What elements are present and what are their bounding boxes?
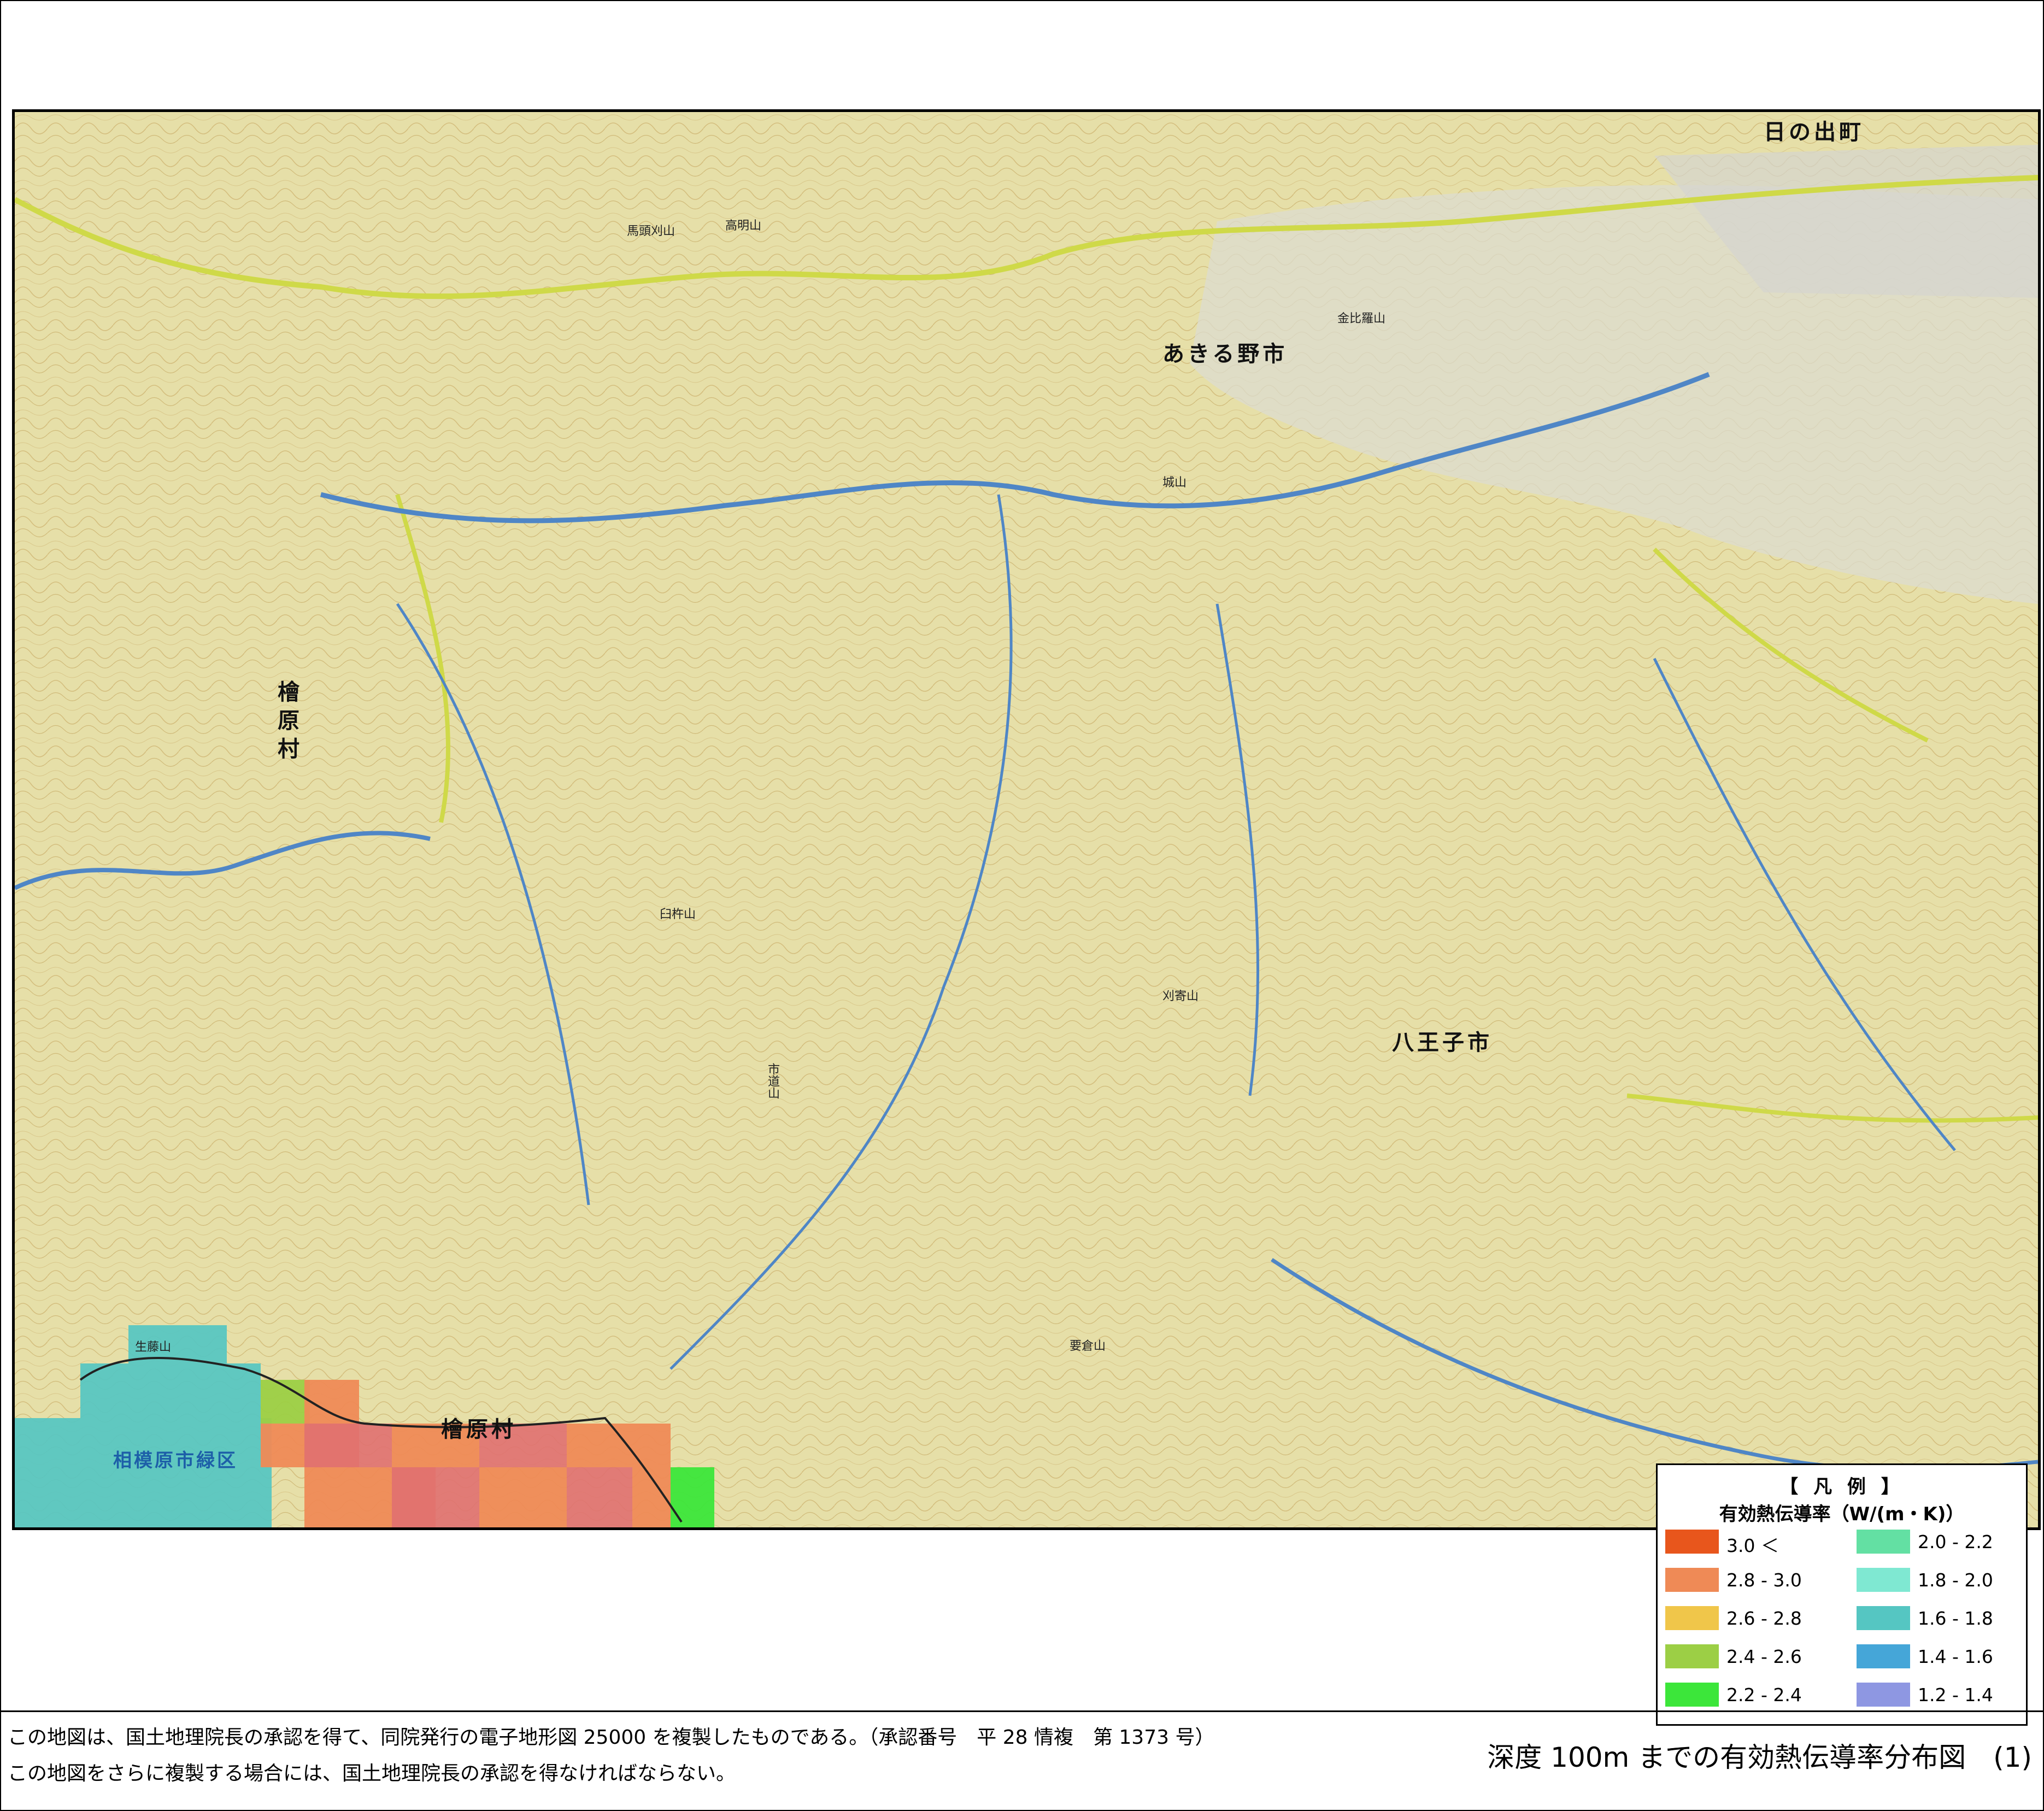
map-canvas <box>15 112 2038 1527</box>
peak-shirojiyama: 城山 <box>1162 476 1187 490</box>
legend-swatch <box>1665 1530 1719 1554</box>
place-hachioji: 八王子市 <box>1392 1030 1493 1055</box>
legend-swatch <box>1857 1530 1910 1554</box>
legend-swatch <box>1857 1606 1910 1630</box>
legend-swatch <box>1665 1683 1719 1707</box>
place-sagamihara: 相模原市緑区 <box>113 1450 238 1472</box>
legend-title: 【 凡 例 】 <box>1779 1476 1904 1498</box>
legend-label: 2.6 - 2.8 <box>1726 1608 1802 1629</box>
legend-label: 1.6 - 1.8 <box>1918 1608 1993 1629</box>
place-hinohara: 檜原村 <box>274 680 299 766</box>
peak-gongen: 金比羅山 <box>1337 312 1386 326</box>
legend-label: 2.2 - 2.4 <box>1726 1684 1802 1706</box>
legend-label: 1.2 - 1.4 <box>1918 1684 1993 1706</box>
legend-label: 3.0 ＜ <box>1726 1535 1779 1556</box>
copyright-note-1: この地図は、国土地理院長の承認を得て、同院発行の電子地形図 25000 を複製し… <box>8 1726 1215 1749</box>
map-title: 深度 100m までの有効熱伝導率分布図 (1) <box>1487 1742 2032 1773</box>
peak-mazukari: 馬頭刈山 <box>627 225 676 238</box>
legend-swatch <box>1665 1644 1719 1668</box>
legend-label: 2.8 - 3.0 <box>1726 1569 1802 1591</box>
legend: 【 凡 例 】 有効熱伝導率（W/(m・K)） 3.0 ＜ 2.8 - 3.0 2.… <box>1656 1463 2028 1726</box>
legend-label: 1.8 - 2.0 <box>1918 1569 1993 1591</box>
peak-sanpoyama: 生藤山 <box>135 1340 172 1354</box>
legend-swatch <box>1857 1644 1910 1668</box>
topographic-map[interactable]: 日の出町 あきる野市 檜原村 八王子市 檜原村 相模原市緑区 馬頭刈山 高明山 … <box>12 109 2041 1530</box>
legend-label: 2.4 - 2.6 <box>1726 1646 1802 1667</box>
peak-kanakura: 要倉山 <box>1070 1339 1106 1353</box>
legend-swatch <box>1665 1606 1719 1630</box>
peak-takao: 高明山 <box>725 219 762 233</box>
place-hinohara-bottom: 檜原村 <box>441 1417 516 1442</box>
legend-label: 2.0 - 2.2 <box>1918 1531 1993 1553</box>
legend-label: 1.4 - 1.6 <box>1918 1646 1993 1667</box>
peak-karisaka: 刈寄山 <box>1162 990 1199 1003</box>
place-hinode: 日の出町 <box>1764 120 1864 145</box>
peak-usukiyama: 臼杵山 <box>660 908 696 921</box>
peak-ichimichi: 市道山 <box>766 1063 779 1099</box>
footer-divider <box>0 1710 2044 1712</box>
legend-swatch <box>1857 1568 1910 1592</box>
legend-subtitle: 有効熱伝導率（W/(m・K)） <box>1719 1503 1965 1525</box>
legend-swatch <box>1857 1683 1910 1707</box>
copyright-note-2: この地図をさらに複製する場合には、国土地理院長の承認を得なければならない。 <box>8 1762 736 1785</box>
legend-swatch <box>1665 1568 1719 1592</box>
place-akiruno: あきる野市 <box>1162 342 1288 367</box>
